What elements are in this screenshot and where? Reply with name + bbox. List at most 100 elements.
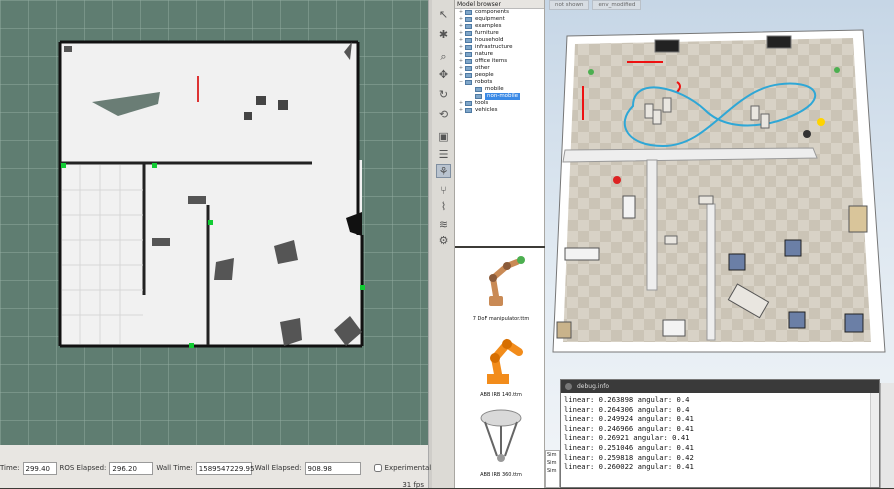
expand-icon[interactable]: + <box>458 9 464 16</box>
folder-icon <box>465 66 472 71</box>
experimental-checkbox[interactable] <box>373 464 382 472</box>
folder-icon <box>465 59 472 64</box>
search-icon[interactable]: ⌕ <box>436 50 451 64</box>
expand-icon[interactable]: + <box>458 37 464 44</box>
tree-item-label: vehicles <box>475 107 498 113</box>
folder-icon <box>465 38 472 43</box>
wall-elapsed-field[interactable]: 908.98 <box>304 461 361 475</box>
model-browser-title: Model browser <box>455 0 544 9</box>
model-card[interactable]: ABB IRB 140.ttm <box>461 328 541 398</box>
folder-icon <box>465 80 472 85</box>
tree-item[interactable]: + examples <box>455 23 544 30</box>
debug-line: linear: 0.26921 angular: 0.41 <box>564 433 690 443</box>
camera-icon[interactable]: ▣ <box>436 130 451 144</box>
stub-line: Sim <box>547 468 557 474</box>
expand-icon[interactable]: + <box>458 107 464 114</box>
vertical-toolbar: ↖ ✱ ⌕ ✥ ↻ ⟲ ▣ ☰ ⚘ ⑂ ⌇ ≋ ⚙ <box>432 0 455 488</box>
stub-line: Sim <box>547 460 557 466</box>
tree-item[interactable]: mobile <box>455 86 544 93</box>
tree-item[interactable]: + household <box>455 37 544 44</box>
folder-icon <box>475 94 482 99</box>
debug-titlebar[interactable]: debug.info <box>561 380 879 393</box>
ros-time-label: Time: <box>0 464 20 472</box>
sync-icon[interactable]: ⟲ <box>436 108 451 122</box>
expand-icon[interactable]: + <box>458 44 464 51</box>
folder-icon <box>465 45 472 50</box>
tree-item[interactable]: + other <box>455 65 544 72</box>
model-card[interactable]: 7 DoF manipulator.ttm <box>461 252 541 322</box>
tree-item[interactable]: + people <box>455 72 544 79</box>
ros-elapsed-field[interactable]: 296.20 <box>109 461 154 475</box>
debug-line: linear: 0.264306 angular: 0.4 <box>564 404 690 414</box>
tree-item[interactable]: − robots <box>455 79 544 86</box>
folder-icon <box>465 73 472 78</box>
tree-item-label: household <box>475 37 504 43</box>
list-icon[interactable]: ☰ <box>436 148 451 162</box>
collapse-icon[interactable]: − <box>458 79 464 86</box>
move-icon[interactable]: ✥ <box>436 68 451 82</box>
folder-icon <box>465 17 472 22</box>
rviz-panel: Time: 299.40 ROS Elapsed: 296.20 Wall Ti… <box>0 0 432 489</box>
expand-icon[interactable]: + <box>458 58 464 65</box>
model-browser: Model browser + components + equipment + exam… <box>455 0 545 246</box>
model-name: ABB IRB 360.ttm <box>480 472 522 478</box>
experimental-label: Experimental <box>384 464 432 472</box>
pointer-icon[interactable]: ↖ <box>436 8 451 22</box>
industrial-robot-icon <box>487 338 523 384</box>
expand-icon[interactable]: + <box>458 30 464 37</box>
cog-icon[interactable]: ✱ <box>436 28 451 42</box>
tree-item[interactable]: + tools <box>455 100 544 107</box>
tree-item[interactable]: + vehicles <box>455 107 544 114</box>
model-preview-panel: 7 DoF manipulator.ttm ABB IRB 140.ttm AB… <box>455 248 545 488</box>
expand-icon[interactable]: + <box>458 16 464 23</box>
tree-item-label: infrastructure <box>475 44 513 50</box>
folder-icon <box>465 24 472 29</box>
model-card[interactable]: ABB IRB 360.ttm <box>461 404 541 478</box>
debug-line: linear: 0.249924 angular: 0.41 <box>564 414 694 424</box>
expand-icon[interactable]: + <box>458 100 464 107</box>
tree-item-label: robots <box>475 79 493 85</box>
folder-icon <box>465 52 472 57</box>
hierarchy-icon[interactable]: ⚘ <box>436 164 451 178</box>
tree-item[interactable]: + components <box>455 9 544 16</box>
rotate-icon[interactable]: ↻ <box>436 88 451 102</box>
tree-item[interactable]: non-mobile <box>455 93 544 100</box>
right-scrollbar[interactable] <box>880 383 894 488</box>
tree-item-label: nature <box>475 51 494 57</box>
expand-icon[interactable]: + <box>458 51 464 58</box>
tree-item[interactable]: + nature <box>455 51 544 58</box>
debug-line: linear: 0.259818 angular: 0.42 <box>564 452 694 462</box>
close-icon[interactable] <box>565 383 572 390</box>
ros-elapsed-label: ROS Elapsed: <box>59 464 107 472</box>
debug-console: debug.info linear: 0.263898 angular: 0.4… <box>560 379 880 488</box>
gears-icon[interactable]: ⚙ <box>436 234 451 248</box>
debug-line: linear: 0.260022 angular: 0.41 <box>564 462 694 472</box>
model-name: 7 DoF manipulator.ttm <box>472 316 530 322</box>
branch-icon[interactable]: ⑂ <box>436 184 451 198</box>
wall-time-field[interactable]: 1589547229.95 <box>195 461 254 475</box>
tree-item[interactable]: + office items <box>455 58 544 65</box>
tree-item-label: mobile <box>485 86 504 92</box>
tree-item-label: non-mobile <box>485 93 520 100</box>
expand-icon[interactable]: + <box>458 72 464 79</box>
tree-item-label: people <box>475 72 494 78</box>
model-tree: + components + equipment + examples + furniture… <box>455 9 544 114</box>
model-name: ABB IRB 140.ttm <box>480 392 522 398</box>
map-view[interactable] <box>0 0 428 445</box>
path-icon[interactable]: ⌇ <box>436 200 451 214</box>
expand-icon[interactable]: + <box>458 65 464 72</box>
tree-item[interactable]: + equipment <box>455 16 544 23</box>
ros-time-field[interactable]: 299.40 <box>22 461 57 475</box>
tree-item[interactable]: + furniture <box>455 30 544 37</box>
time-panel: Time: 299.40 ROS Elapsed: 296.20 Wall Ti… <box>0 456 432 480</box>
expand-icon[interactable]: + <box>458 23 464 30</box>
wall-time-label: Wall Time: <box>156 464 193 472</box>
layers-icon[interactable]: ≋ <box>436 218 451 232</box>
tree-item-label: furniture <box>475 30 499 36</box>
folder-icon <box>465 101 472 106</box>
tree-item[interactable]: + infrastructure <box>455 44 544 51</box>
tree-item-label: tools <box>475 100 489 106</box>
wall-elapsed-label: Wall Elapsed: <box>254 464 302 472</box>
debug-scrollbar[interactable] <box>870 393 879 487</box>
folder-icon <box>465 10 472 15</box>
